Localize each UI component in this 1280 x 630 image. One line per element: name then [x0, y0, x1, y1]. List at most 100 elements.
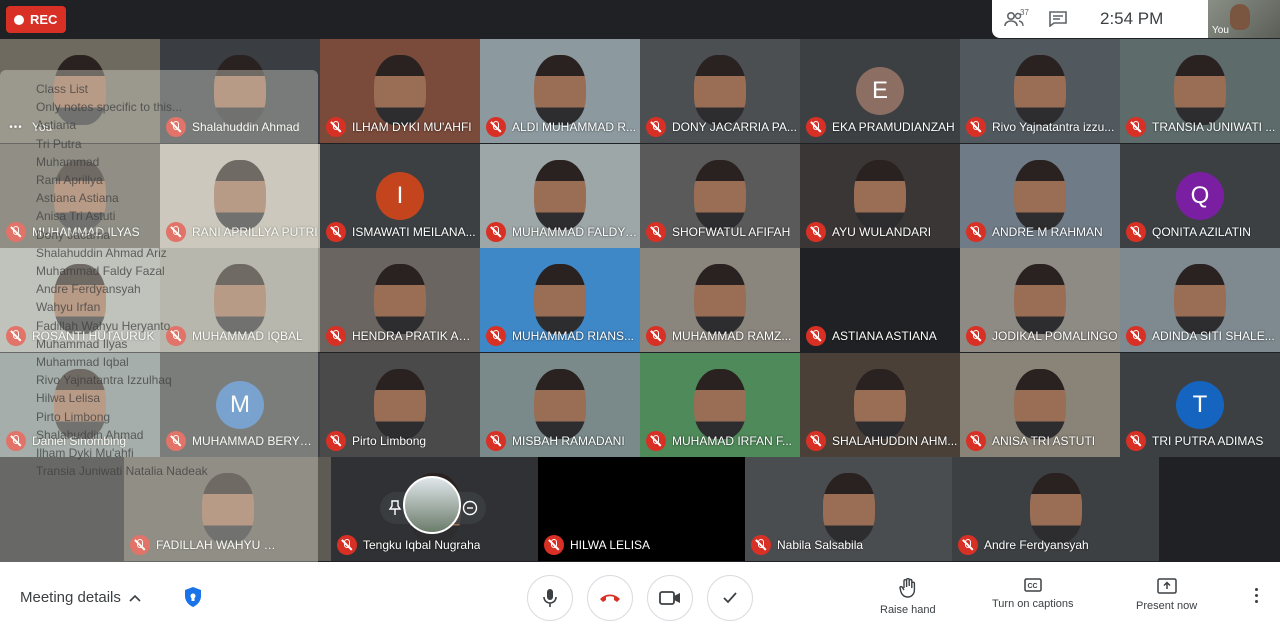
mic-off-icon — [486, 117, 506, 137]
mic-off-icon — [751, 535, 771, 555]
participant-name-text: MUHAMMAD ILYAS — [32, 224, 140, 239]
mic-off-icon — [806, 221, 826, 242]
participant-tile[interactable]: ROSANTI HUTAURUK — [0, 248, 160, 352]
present-screen-icon — [1156, 578, 1177, 594]
participant-video — [54, 159, 106, 230]
participant-name-text: ISMAWATI MEILANA... — [352, 224, 476, 239]
present-now-label: Present now — [1136, 600, 1198, 612]
participant-video — [1014, 264, 1066, 334]
remove-icon[interactable] — [462, 500, 478, 516]
participant-tile[interactable]: Q QONITA AZILATIN — [1120, 143, 1280, 248]
participant-tile[interactable]: RANI APRILLYA PUTRI — [160, 143, 320, 248]
participant-tile[interactable]: FADILLAH WAHYU HERYANTO — [124, 457, 331, 561]
participants-button[interactable]: 37 — [992, 0, 1036, 38]
participant-tile[interactable]: Rivo Yajnatantra izzu... — [960, 39, 1120, 143]
participant-video — [214, 55, 266, 125]
participant-tile[interactable]: SHOFWATUL AFIFAH — [640, 143, 800, 248]
microphone-button[interactable] — [527, 575, 573, 621]
participant-tile[interactable]: TRANSIA JUNIWATI ... — [1120, 39, 1280, 143]
chat-button[interactable] — [1036, 0, 1080, 38]
participant-tile[interactable]: MISBAH RAMADANI — [480, 352, 640, 457]
self-preview[interactable]: You — [1208, 0, 1280, 38]
participant-tile[interactable]: MUHAMAD IRFAN F... — [640, 352, 800, 457]
leave-call-button[interactable] — [587, 575, 633, 621]
participant-tile[interactable]: M MUHAMMAD BERYL ... — [160, 352, 320, 457]
participant-tile[interactable]: E EKA PRAMUDIANZAH — [800, 39, 960, 143]
participant-tile[interactable]: ••• You — [0, 39, 160, 143]
raise-hand-button[interactable]: Raise hand — [880, 578, 936, 616]
participant-tile[interactable]: ALDI MUHAMMAD R... — [480, 39, 640, 143]
pin-icon[interactable] — [388, 500, 402, 516]
present-now-button[interactable]: Present now — [1136, 578, 1197, 612]
participant-name-text: AYU WULANDARI — [832, 224, 932, 239]
participant-name: JODIKAL POMALINGO — [966, 326, 1118, 346]
participant-tile[interactable]: T TRI PUTRA ADIMAS — [1120, 352, 1280, 457]
mic-off-icon — [166, 117, 186, 137]
participant-tile[interactable]: Daniel Sihombing — [0, 352, 160, 457]
captions-button[interactable]: CC Turn on captions — [992, 578, 1074, 610]
participant-tile[interactable]: MUHAMMAD FALDY ... — [480, 143, 640, 248]
mic-off-icon — [1126, 430, 1146, 451]
self-face — [1230, 4, 1250, 30]
participant-video — [854, 368, 906, 439]
participant-video — [534, 264, 586, 334]
participant-name: HILWA LELISA — [544, 535, 650, 555]
more-options-button[interactable] — [1248, 588, 1264, 608]
checkmark-icon — [723, 592, 737, 604]
participant-tile[interactable]: DONY JACARRIA PA... — [640, 39, 800, 143]
participant-name: Tengku Iqbal Nugraha — [337, 535, 480, 555]
participant-name: QONITA AZILATIN — [1126, 221, 1251, 242]
participant-tile[interactable]: ANISA TRI ASTUTI — [960, 352, 1120, 457]
participant-name: ADINDA SITI SHALE... — [1126, 326, 1275, 346]
participant-tile[interactable]: Andre Ferdyansyah — [952, 457, 1159, 561]
participant-name-text: ANISA TRI ASTUTI — [992, 433, 1096, 448]
participant-tile[interactable]: AYU WULANDARI — [800, 143, 960, 248]
participant-tile[interactable]: MUHAMMAD RIANS... — [480, 248, 640, 352]
participant-name-text: SHOFWATUL AFIFAH — [672, 224, 791, 239]
participant-name-text: Pirto Limbong — [352, 433, 427, 448]
mic-off-icon — [486, 221, 506, 242]
participant-tile[interactable]: SHALAHUDDIN AHM... — [800, 352, 960, 457]
mic-off-icon — [1126, 326, 1146, 346]
mic-off-icon — [806, 430, 826, 451]
camera-button[interactable] — [647, 575, 693, 621]
participant-name: DONY JACARRIA PA... — [646, 117, 797, 137]
participant-tile[interactable]: Nabila Salsabila — [745, 457, 952, 561]
participant-tile[interactable]: I ISMAWATI MEILANA... — [320, 143, 480, 248]
participant-tile[interactable]: MUHAMMAD RAMZ... — [640, 248, 800, 352]
participant-name-text: Shalahuddin Ahmad — [192, 120, 300, 134]
participant-tile[interactable]: HENDRA PRATIK ADI... — [320, 248, 480, 352]
participant-name-text: FADILLAH WAHYU HERYANTO — [156, 538, 282, 552]
participant-tile[interactable]: ADINDA SITI SHALE... — [1120, 248, 1280, 352]
attendance-check-button[interactable] — [707, 575, 753, 621]
participant-tile[interactable]: MUHAMMAD IQBAL — [160, 248, 320, 352]
meeting-details-button[interactable]: Meeting details — [20, 589, 141, 606]
participant-tile[interactable]: MUHAMMAD ILYAS — [0, 143, 160, 248]
participant-video — [374, 264, 426, 334]
participant-tile[interactable]: Shalahuddin Ahmad — [160, 39, 320, 143]
participant-name-text: ROSANTI HUTAURUK — [32, 329, 155, 343]
participant-video — [694, 368, 746, 439]
participant-tile[interactable]: ILHAM DYKI MU'AHFI — [320, 39, 480, 143]
participant-video — [1014, 368, 1066, 439]
participant-video — [1174, 264, 1226, 334]
participant-name: ISMAWATI MEILANA... — [326, 221, 476, 242]
participant-tile[interactable]: ASTIANA ASTIANA — [800, 248, 960, 352]
participant-avatar: Q — [1176, 171, 1224, 220]
mic-off-icon — [1126, 117, 1146, 137]
mic-off-icon — [1126, 221, 1146, 242]
clock: 2:54 PM — [1100, 9, 1164, 28]
mic-off-icon — [646, 221, 666, 242]
participant-video — [54, 264, 106, 334]
participant-tile[interactable]: Pirto Limbong — [320, 352, 480, 457]
security-shield-icon — [183, 586, 203, 608]
participant-tile[interactable]: JODIKAL POMALINGO — [960, 248, 1120, 352]
participant-name-text: You — [32, 120, 53, 134]
participant-name: MUHAMMAD IQBAL — [166, 326, 303, 346]
participant-tile[interactable]: ANDRE M RAHMAN — [960, 143, 1120, 248]
participant-name: FADILLAH WAHYU HERYANTO — [130, 535, 282, 555]
mic-off-icon — [806, 117, 826, 137]
record-dot-icon — [14, 14, 24, 25]
participant-name: Shalahuddin Ahmad — [166, 117, 299, 137]
participant-tile[interactable]: HILWA LELISA — [538, 457, 745, 561]
